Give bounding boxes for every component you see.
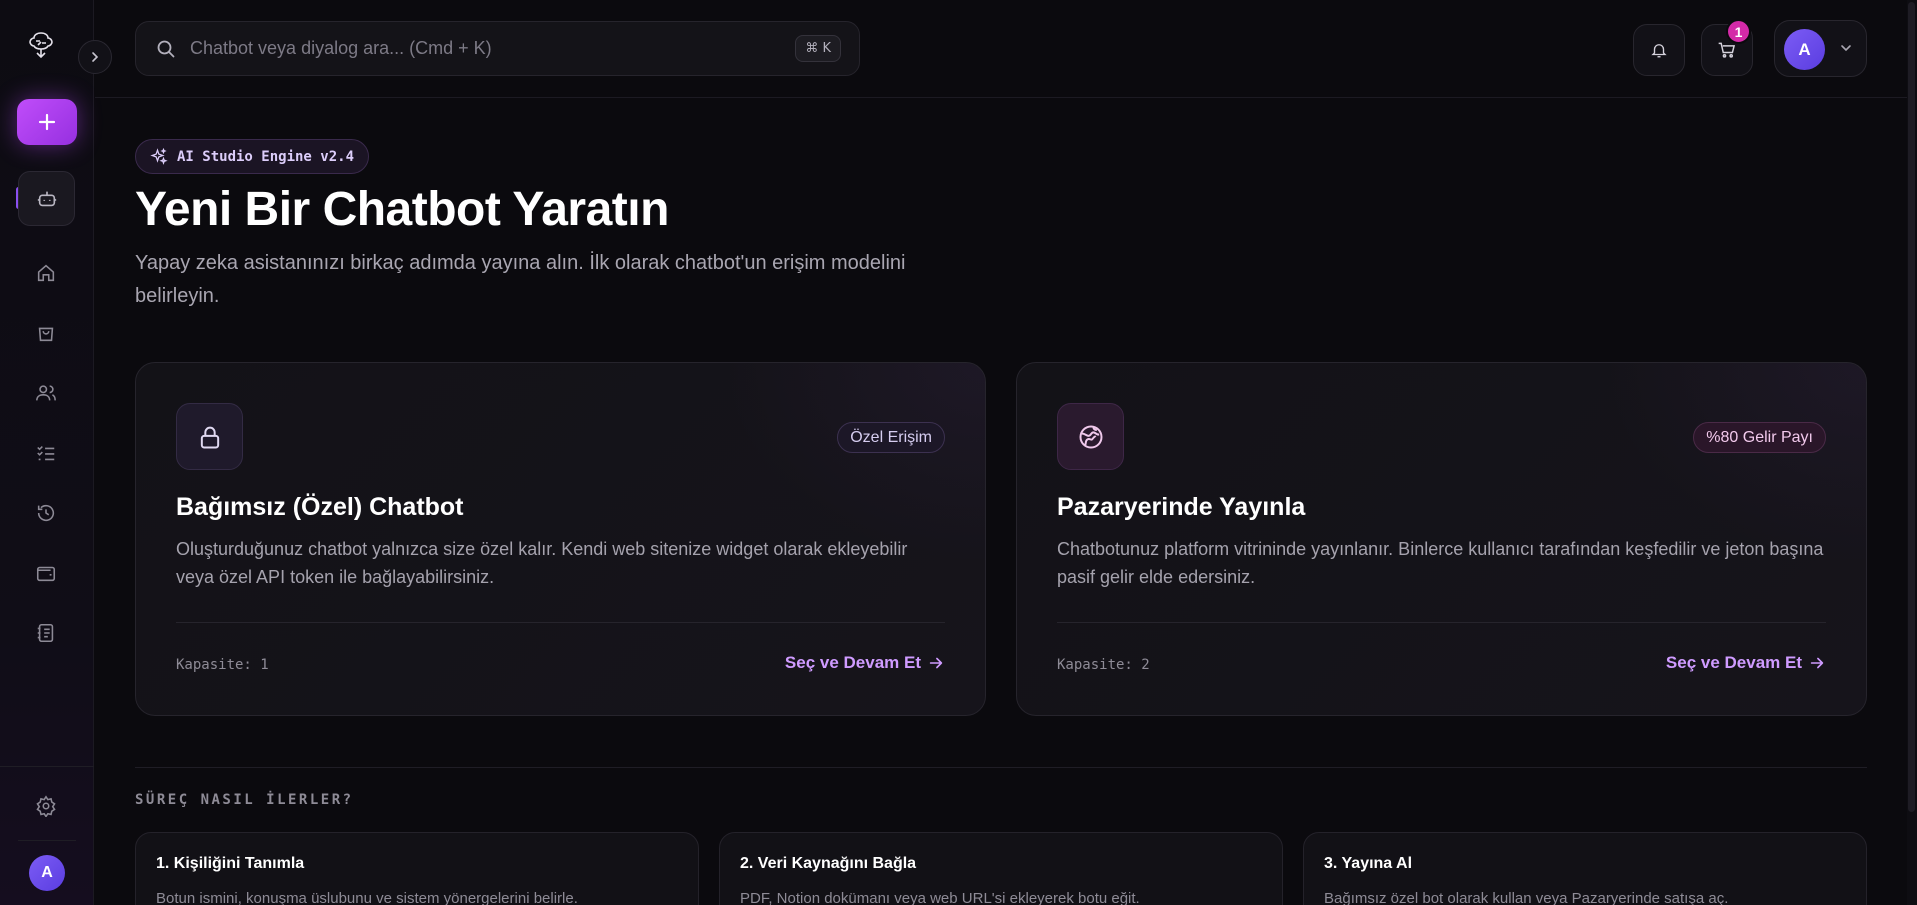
step-title: 2. Veri Kaynağını Bağla xyxy=(740,855,917,872)
scrollbar-thumb[interactable] xyxy=(1908,2,1915,812)
status-badge: %80 Gelir Payı xyxy=(1693,422,1826,453)
status-badge: Özel Erişim xyxy=(837,422,945,453)
search-icon xyxy=(157,40,175,58)
globe-icon xyxy=(1079,425,1102,448)
process-section-title: SÜREÇ NASIL İLERLER? xyxy=(135,792,354,808)
page-title: Yeni Bir Chatbot Yaratın xyxy=(135,183,669,236)
history-icon xyxy=(37,504,55,522)
sidebar-item-users[interactable] xyxy=(31,378,61,408)
notifications-button[interactable] xyxy=(1633,24,1685,76)
search-bar[interactable]: ⌘ K xyxy=(135,21,860,76)
lock-icon-tile xyxy=(176,403,243,470)
bot-icon xyxy=(37,191,56,206)
select-continue-link[interactable]: Seç ve Devam Et xyxy=(1666,653,1826,673)
sidebar-divider xyxy=(18,840,76,841)
card-description: Chatbotunuz platform vitrininde yayınlan… xyxy=(1057,539,1824,587)
section-divider xyxy=(135,767,1867,768)
card-title: Pazaryerinde Yayınla xyxy=(1057,493,1306,521)
arrow-right-icon xyxy=(929,657,943,669)
process-step: 1. Kişiliğini Tanımla Botun ismini, konu… xyxy=(135,832,699,905)
cta-label: Seç ve Devam Et xyxy=(1665,653,1802,672)
cart-count-badge: 1 xyxy=(1726,19,1751,44)
shortcut-hint: ⌘ K xyxy=(795,35,841,62)
card-divider xyxy=(176,622,945,623)
home-icon xyxy=(37,264,55,282)
card-divider xyxy=(1057,622,1826,623)
step-description: PDF, Notion dokümanı veya web URL'si ekl… xyxy=(740,890,1140,905)
shopping-bag-icon xyxy=(38,327,54,342)
select-continue-link[interactable]: Seç ve Devam Et xyxy=(785,653,945,673)
globe-icon-tile xyxy=(1057,403,1124,470)
arrow-right-icon xyxy=(1810,657,1824,669)
sidebar-divider xyxy=(0,766,94,767)
process-step: 3. Yayına Al Bağımsız özel bot olarak ku… xyxy=(1303,832,1867,905)
users-icon xyxy=(36,385,56,401)
top-bar: ⌘ K xyxy=(95,0,1917,98)
wallet-icon xyxy=(36,566,56,582)
sidebar: A xyxy=(0,0,94,905)
engine-version-badge: AI Studio Engine v2.4 xyxy=(135,139,370,174)
step-title: 1. Kişiliğini Tanımla xyxy=(156,855,305,872)
sidebar-item-history[interactable] xyxy=(31,498,61,528)
avatar: A xyxy=(1784,29,1825,70)
step-title: 3. Yayına Al xyxy=(1324,855,1413,872)
brain-tree-logo-icon[interactable] xyxy=(24,29,58,63)
card-description: Oluşturduğunuz chatbot yalnızca size öze… xyxy=(176,539,908,587)
collapse-sidebar-button[interactable] xyxy=(78,40,112,74)
plus-icon xyxy=(38,113,56,131)
capacity-label: Kapasite: 1 xyxy=(176,657,269,673)
checklist-icon xyxy=(37,446,55,461)
process-step: 2. Veri Kaynağını Bağla PDF, Notion dokü… xyxy=(719,832,1283,905)
capacity-label: Kapasite: 2 xyxy=(1057,657,1150,673)
sidebar-item-chatbots[interactable] xyxy=(18,171,75,226)
notebook-icon xyxy=(37,623,54,643)
user-menu[interactable]: A xyxy=(1774,20,1867,77)
step-description: Botun ismini, konuşma üslubunu ve sistem… xyxy=(156,890,578,905)
scrollbar[interactable] xyxy=(1907,0,1917,905)
sidebar-item-tasks[interactable] xyxy=(31,438,61,468)
avatar[interactable]: A xyxy=(29,855,65,891)
marketplace-chatbot-card[interactable]: %80 Gelir Payı Pazaryerinde Yayınla Chat… xyxy=(1016,362,1867,716)
settings-button[interactable] xyxy=(31,791,61,821)
cta-label: Seç ve Devam Et xyxy=(784,653,921,672)
sidebar-item-home[interactable] xyxy=(31,258,61,288)
page-subtitle: Yapay zeka asistanınızı birkaç adımda ya… xyxy=(135,252,906,307)
step-description: Bağımsız özel bot olarak kullan veya Paz… xyxy=(1324,890,1729,905)
gear-icon xyxy=(36,795,56,817)
search-input[interactable] xyxy=(190,22,750,75)
bell-icon xyxy=(1651,44,1667,58)
sidebar-item-docs[interactable] xyxy=(31,618,61,648)
chevron-right-icon xyxy=(92,52,99,62)
chevron-down-icon xyxy=(1841,45,1851,52)
new-chatbot-button[interactable] xyxy=(17,99,77,145)
lock-icon xyxy=(200,426,219,448)
engine-version-label: AI Studio Engine v2.4 xyxy=(177,148,355,165)
sparkles-icon xyxy=(150,147,168,165)
sidebar-item-wallet[interactable] xyxy=(31,558,61,588)
card-title: Bağımsız (Özel) Chatbot xyxy=(176,493,464,521)
private-chatbot-card[interactable]: Özel Erişim Bağımsız (Özel) Chatbot Oluş… xyxy=(135,362,986,716)
sidebar-item-marketplace[interactable] xyxy=(31,318,61,348)
